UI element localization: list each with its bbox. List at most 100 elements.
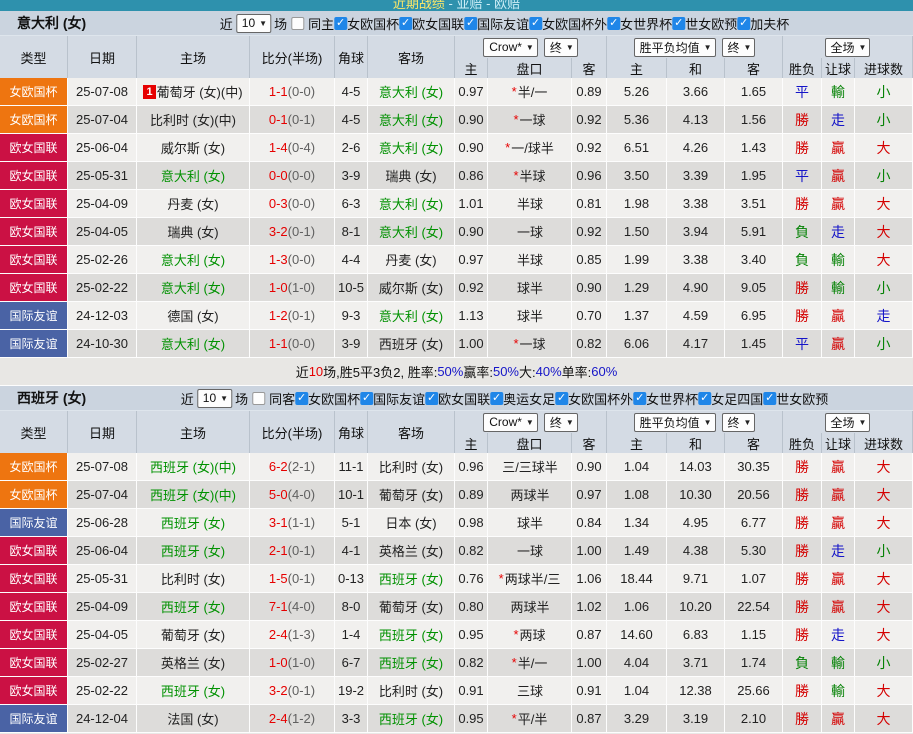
competition-checkbox[interactable]: ✓: [425, 391, 439, 405]
result-goals: 小: [855, 649, 913, 676]
competition-checkbox[interactable]: ✓: [399, 16, 413, 30]
corner-count: 4-1: [335, 537, 368, 564]
competition-filter-item: ✓ 世女欧预: [672, 14, 737, 33]
competition-checkbox[interactable]: ✓: [737, 16, 751, 30]
competition-checkbox[interactable]: ✓: [529, 16, 543, 30]
odds-company-dropdown[interactable]: Crow* ▼: [483, 37, 538, 57]
away-team: 比利时 (女): [368, 453, 455, 480]
competition-type-badge: 欧女国联: [0, 246, 68, 273]
competition-checkbox[interactable]: ✓: [555, 391, 569, 405]
competition-checkbox[interactable]: ✓: [334, 16, 348, 30]
avg-odds-dropdown[interactable]: 胜平负均值 ▼: [633, 412, 716, 432]
avg-away-odds: 1.95: [725, 162, 783, 189]
corner-count: 5-1: [335, 509, 368, 536]
handicap-line: 一球: [488, 537, 572, 564]
same-venue-label: 同客: [269, 391, 296, 407]
result-win-draw-loss: 勝: [783, 565, 822, 592]
avg-home-odds: 6.51: [607, 134, 667, 161]
handicap-line: * 平/半: [488, 705, 572, 732]
score-halftime: 3-1 (1-1): [250, 509, 335, 536]
odds-final-dropdown[interactable]: 终 ▼: [543, 412, 578, 432]
games-count-dropdown[interactable]: 10 ▼: [196, 388, 233, 408]
home-team: 比利时 (女): [137, 565, 250, 592]
nav-asian-odds-link[interactable]: 亚赔: [456, 0, 482, 11]
corner-count: 3-9: [335, 330, 368, 357]
avg-home-odds: 1.29: [607, 274, 667, 301]
same-venue-checkbox[interactable]: [291, 16, 305, 30]
result-win-draw-loss: 勝: [783, 677, 822, 704]
away-odds: 0.92: [572, 218, 607, 245]
result-goals: 大: [855, 190, 913, 217]
match-date: 25-05-31: [68, 162, 137, 189]
score-halftime: 6-2 (2-1): [250, 453, 335, 480]
table-header: 类型 日期 主场 比分(半场) 角球 客场 Crow* ▼ 终 ▼ 胜平负均值 ▼ 终 ▼ 全场 ▼ 主盘口客主…: [0, 411, 913, 453]
avg-final-dropdown[interactable]: 终 ▼: [721, 412, 756, 432]
away-team: 西班牙 (女): [368, 621, 455, 648]
header-col-5: 客场: [368, 411, 455, 453]
team-section: 西班牙 (女) 近 10 ▼ 场 同客 ✓ 女欧国杯 ✓ 国际友谊 ✓ 欧女国联 ✓ 奥运女足 ✓…: [0, 386, 913, 733]
same-venue-checkbox[interactable]: [252, 391, 266, 405]
competition-checkbox[interactable]: ✓: [490, 391, 504, 405]
corner-count: 4-4: [335, 246, 368, 273]
home-odds: 1.00: [455, 330, 488, 357]
competition-checkbox[interactable]: ✓: [295, 391, 309, 405]
home-team: 西班牙 (女)(中): [137, 453, 250, 480]
nav-recent-results-link[interactable]: 近期战绩: [393, 0, 445, 11]
away-team: 比利时 (女): [368, 677, 455, 704]
subheader-col-3: 主: [607, 433, 667, 453]
competition-checkbox[interactable]: ✓: [763, 391, 777, 405]
score-halftime: 3-2 (0-1): [250, 218, 335, 245]
handicap-line: 一球: [488, 218, 572, 245]
competition-checkbox[interactable]: ✓: [360, 391, 374, 405]
competition-type-badge: 女欧国杯: [0, 481, 68, 508]
competition-type-badge: 欧女国联: [0, 537, 68, 564]
result-win-draw-loss: 勝: [783, 537, 822, 564]
subheader-col-3: 主: [607, 58, 667, 78]
rank-badge: 1: [143, 84, 156, 99]
scope-dropdown[interactable]: 全场 ▼: [824, 412, 871, 432]
match-date: 25-05-31: [68, 565, 137, 592]
avg-final-dropdown[interactable]: 终 ▼: [721, 37, 756, 57]
home-team: 西班牙 (女): [137, 537, 250, 564]
avg-draw-odds: 4.38: [667, 537, 725, 564]
result-handicap: 贏: [822, 162, 855, 189]
home-odds: 0.97: [455, 78, 488, 105]
handicap-line: * 半/一: [488, 78, 572, 105]
competition-type-badge: 欧女国联: [0, 593, 68, 620]
filter-controls: 近 10 ▼ 场 同主 ✓ 女欧国杯 ✓ 欧女国联 ✓ 国际友谊 ✓ 女欧国杯外 ✓ 女世界杯 ✓ 世女…: [220, 13, 789, 33]
match-date: 25-04-05: [68, 218, 137, 245]
away-odds: 0.87: [572, 621, 607, 648]
odds-final-dropdown[interactable]: 终 ▼: [543, 37, 578, 57]
chevron-down-icon: ▼: [565, 417, 574, 427]
competition-label: 女欧国杯外: [568, 391, 634, 407]
result-handicap: 贏: [822, 481, 855, 508]
competition-checkbox[interactable]: ✓: [464, 16, 478, 30]
away-odds: 1.00: [572, 649, 607, 676]
scope-dropdown[interactable]: 全场 ▼: [824, 37, 871, 57]
subheader-col-1: 盘口: [488, 58, 572, 78]
away-odds: 0.87: [572, 705, 607, 732]
odds-company-dropdown[interactable]: Crow* ▼: [483, 412, 538, 432]
match-row: 女欧国杯 25-07-04 西班牙 (女)(中) 5-0 (4-0) 10-1 葡…: [0, 481, 913, 509]
games-count-dropdown[interactable]: 10 ▼: [235, 13, 272, 33]
competition-type-badge: 女欧国杯: [0, 453, 68, 480]
avg-draw-odds: 3.38: [667, 246, 725, 273]
match-date: 24-10-30: [68, 330, 137, 357]
chevron-down-icon: ▼: [703, 417, 712, 427]
competition-filter-item: ✓ 欧女国联: [425, 389, 490, 408]
header-col-3: 比分(半场): [250, 411, 335, 453]
home-odds: 0.90: [455, 106, 488, 133]
away-odds: 0.84: [572, 509, 607, 536]
avg-odds-dropdown[interactable]: 胜平负均值 ▼: [633, 37, 716, 57]
competition-checkbox[interactable]: ✓: [607, 16, 621, 30]
result-win-draw-loss: 勝: [783, 453, 822, 480]
competition-checkbox[interactable]: ✓: [633, 391, 647, 405]
subheader-col-0: 主: [455, 433, 488, 453]
away-odds: 0.70: [572, 302, 607, 329]
nav-euro-odds-link[interactable]: 欧赔: [494, 0, 520, 11]
competition-type-badge: 欧女国联: [0, 190, 68, 217]
result-win-draw-loss: 勝: [783, 593, 822, 620]
away-team: 丹麦 (女): [368, 246, 455, 273]
competition-checkbox[interactable]: ✓: [672, 16, 686, 30]
competition-checkbox[interactable]: ✓: [698, 391, 712, 405]
